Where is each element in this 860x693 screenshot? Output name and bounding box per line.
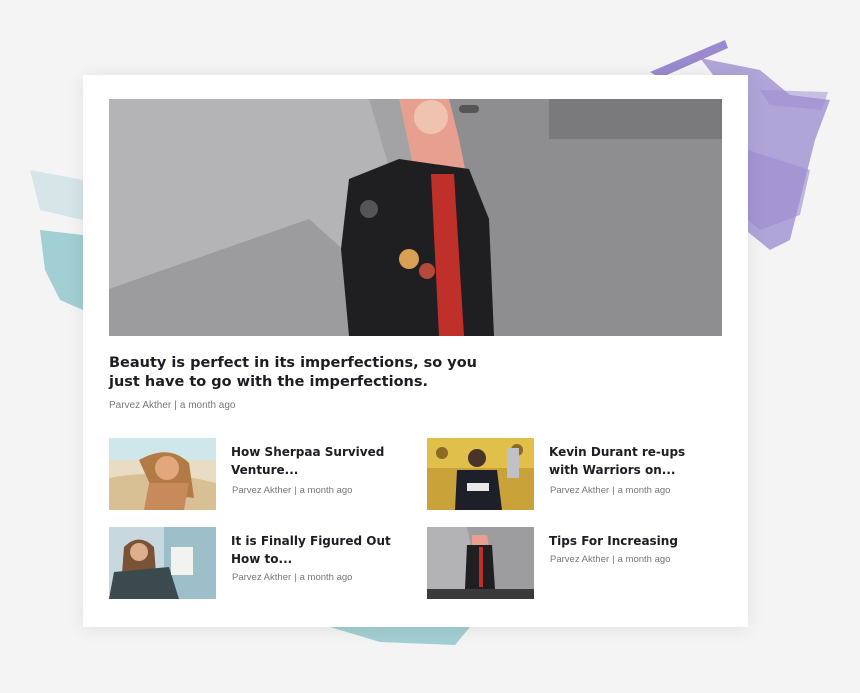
post-thumbnail[interactable] [109, 438, 216, 510]
post-time: a month ago [617, 485, 671, 496]
post-time: a month ago [179, 400, 236, 411]
list-item[interactable]: Kevin Durant re-ups with Warriors on... … [427, 438, 727, 510]
post-title[interactable]: It is Finally Figured Out How to... [231, 532, 391, 568]
post-title[interactable]: Kevin Durant re-ups with Warriors on... [549, 443, 709, 479]
featured-post-meta: Parvez Akther | a month ago [109, 400, 235, 411]
post-title[interactable]: Tips For Increasing [549, 532, 709, 550]
meta-separator: | [174, 400, 177, 411]
meta-separator: | [294, 572, 297, 583]
author-name[interactable]: Parvez Akther [550, 554, 609, 565]
author-name[interactable]: Parvez Akther [232, 572, 291, 583]
list-item[interactable]: Tips For Increasing Parvez Akther | a mont… [427, 527, 727, 599]
featured-photo [109, 99, 722, 336]
meta-separator: | [612, 554, 615, 565]
woman-reading-photo [109, 527, 216, 599]
post-time: a month ago [299, 485, 353, 496]
blog-card: Beauty is perfect in its imperfections, … [83, 75, 748, 627]
post-meta: Parvez Akther | a month ago [550, 485, 670, 496]
surfer-woman-photo [109, 438, 216, 510]
post-meta: Parvez Akther | a month ago [232, 485, 352, 496]
post-thumbnail[interactable] [427, 438, 534, 510]
meta-separator: | [612, 485, 615, 496]
featured-image[interactable] [109, 99, 722, 336]
author-name[interactable]: Parvez Akther [109, 400, 171, 411]
post-meta: Parvez Akther | a month ago [232, 572, 352, 583]
post-thumbnail[interactable] [427, 527, 534, 599]
meta-separator: | [294, 485, 297, 496]
post-title[interactable]: How Sherpaa Survived Venture... [231, 443, 391, 479]
featured-post-title[interactable]: Beauty is perfect in its imperfections, … [109, 354, 489, 392]
post-meta: Parvez Akther | a month ago [550, 554, 670, 565]
list-item[interactable]: It is Finally Figured Out How to... Parv… [109, 527, 409, 599]
basketball-player-photo [427, 438, 534, 510]
leather-jacket-photo [427, 527, 534, 599]
list-item[interactable]: How Sherpaa Survived Venture... Parvez A… [109, 438, 409, 510]
post-time: a month ago [617, 554, 671, 565]
post-time: a month ago [299, 572, 353, 583]
author-name[interactable]: Parvez Akther [550, 485, 609, 496]
post-thumbnail[interactable] [109, 527, 216, 599]
author-name[interactable]: Parvez Akther [232, 485, 291, 496]
